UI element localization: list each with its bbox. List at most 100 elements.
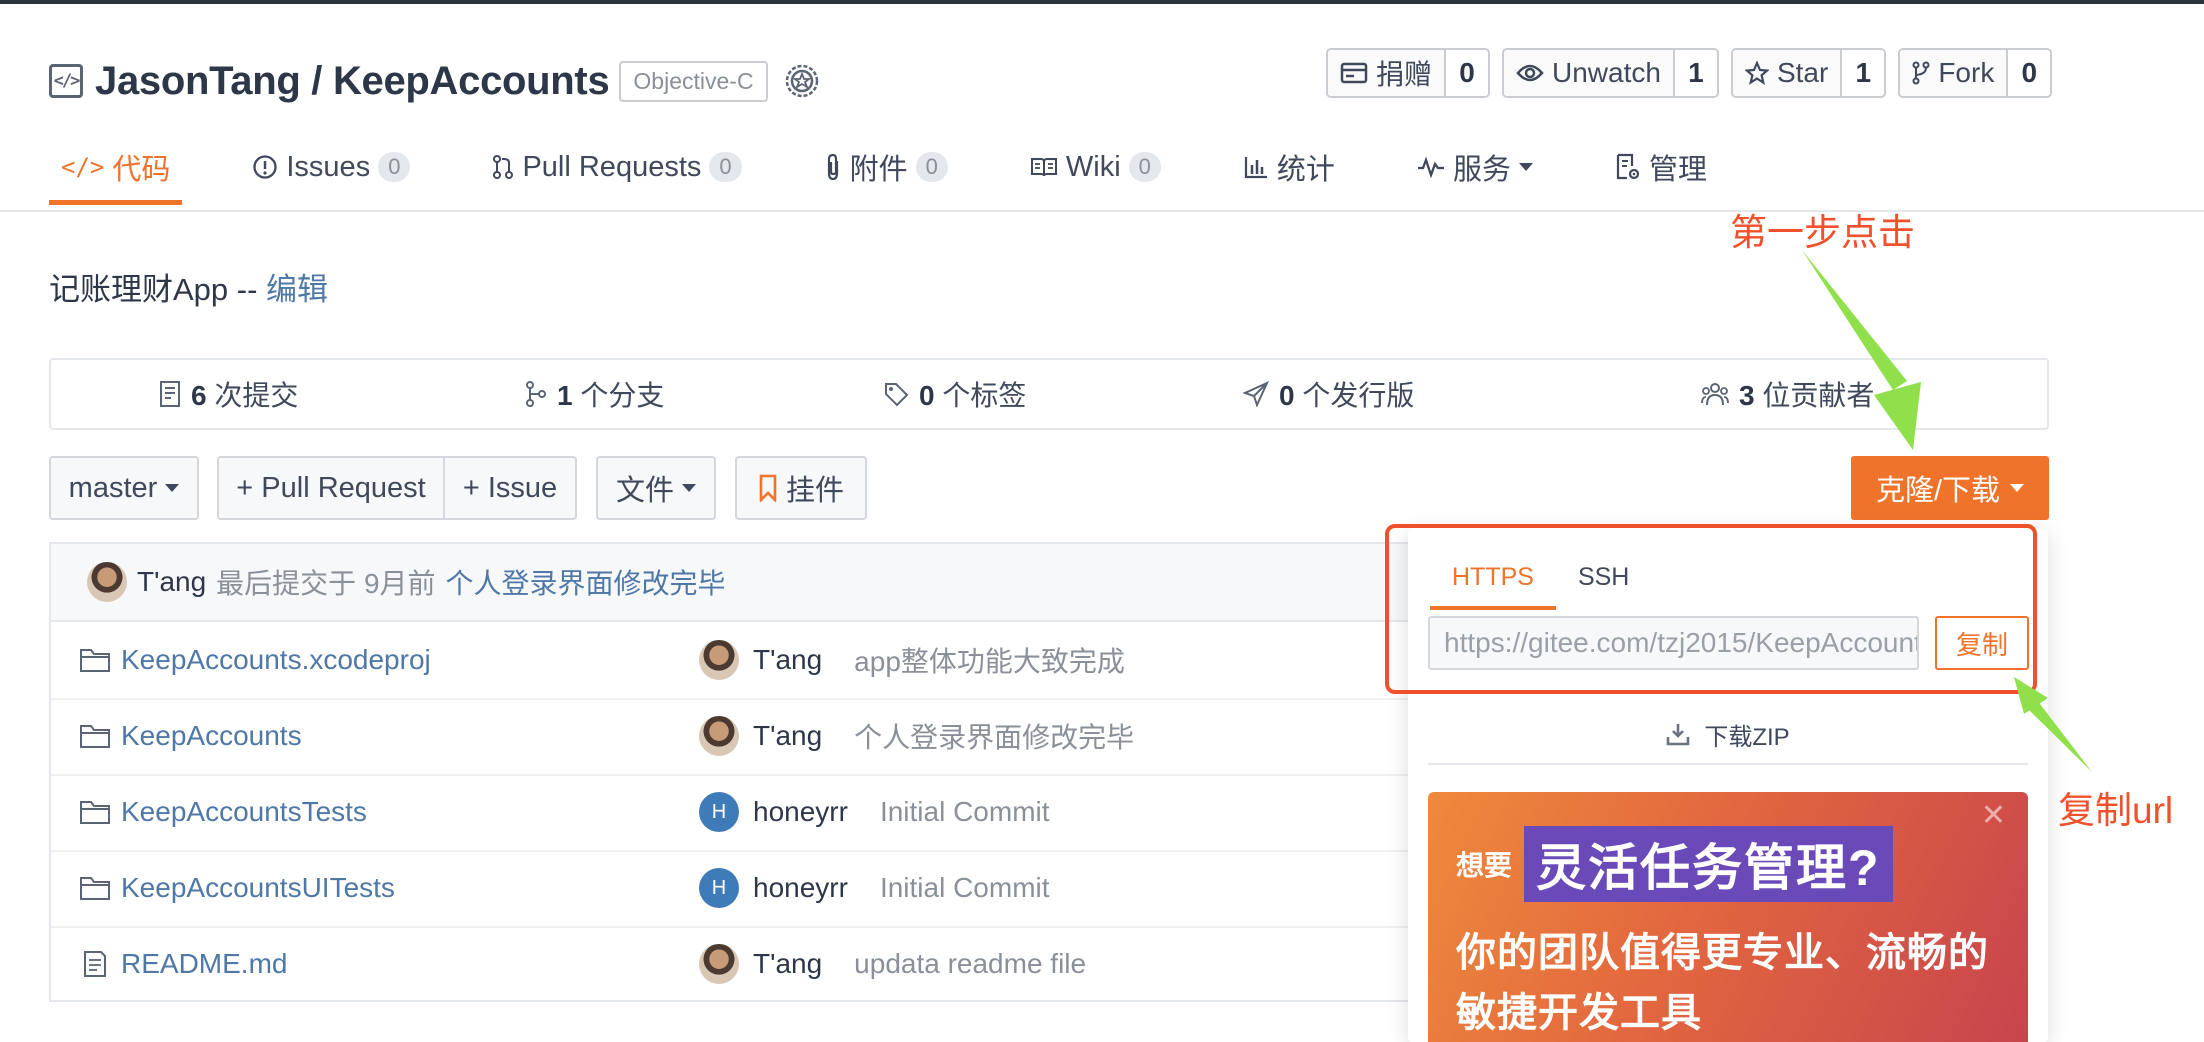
avatar[interactable] [699,716,739,756]
table-row: KeepAccounts.xcodeproj T'ang app整体功能大致完成 [51,622,1459,700]
release-count: 0 [1279,380,1295,411]
widget-button[interactable]: 挂件 [735,456,867,520]
file-link[interactable]: KeepAccountsTests [121,796,367,828]
promo-headline: 想要 灵活任务管理? [1456,826,1893,902]
stat-releases[interactable]: 0 个发行版 [1243,360,1414,428]
branch-count: 1 [557,380,573,411]
commit-message[interactable]: Initial Commit [880,796,1050,828]
file-link[interactable]: KeepAccounts.xcodeproj [121,644,431,676]
commit-message[interactable]: app整体功能大致完成 [854,640,1125,680]
chevron-down-icon [682,484,696,492]
tab-admin-label: 管理 [1648,154,1707,186]
clone-download-button[interactable]: 克隆/下载 [1851,456,2049,520]
stat-branches[interactable]: 1 个分支 [525,360,664,428]
repo-owner-link[interactable]: JasonTang [95,59,301,103]
tab-issues[interactable]: Issues 0 [240,134,422,200]
eye-icon [1516,64,1544,82]
annotation-step1: 第一步点击 [1730,212,1915,253]
tab-services[interactable]: 服务 [1405,134,1545,200]
close-icon[interactable]: ✕ [1981,798,2006,833]
tab-attachments[interactable]: 附件 0 [812,134,960,200]
commit-message[interactable]: updata readme file [854,948,1086,980]
contributor-label: 位贡献者 [1754,380,1875,411]
branch-label: 个分支 [572,380,665,411]
repo-code-icon: </> [49,64,83,98]
avatar[interactable] [699,944,739,984]
new-issue-button[interactable]: + Issue [443,456,577,520]
tag-icon [885,383,909,407]
commit-author[interactable]: honeyrr [753,872,848,904]
tab-admin[interactable]: 管理 [1603,134,1719,200]
repo-title: JasonTang / KeepAccounts [95,59,610,104]
language-badge[interactable]: Objective-C [619,60,768,102]
commit-author[interactable]: T'ang [753,720,822,752]
last-commit-bar: T'ang 最后提交于 9月前 个人登录界面修改完毕 [51,544,1459,622]
annotation-highlight-box [1385,524,2037,694]
stat-tags[interactable]: 0 个标签 [883,360,1026,428]
table-row: KeepAccounts T'ang 个人登录界面修改完毕 [51,698,1459,776]
avatar[interactable]: H [699,792,739,832]
commit-message[interactable]: Initial Commit [880,872,1050,904]
tab-wiki[interactable]: Wiki 0 [1018,134,1173,200]
medal-icon[interactable] [782,61,822,101]
watch-count[interactable]: 1 [1672,50,1717,96]
tab-pull-requests-count: 0 [709,152,742,182]
commit-author-cell: T'ang app整体功能大致完成 [699,622,1125,698]
donate-count[interactable]: 0 [1444,50,1489,96]
commit-label: 次提交 [206,380,299,411]
branch-select[interactable]: master [49,456,199,520]
last-commit-time: 最后提交于 9月前 [216,568,436,599]
commit-message[interactable]: 个人登录界面修改完毕 [854,716,1134,756]
folder-icon [80,725,110,748]
commit-author-cell: H honeyrr Initial Commit [699,774,1050,850]
repo-tabs: </> 代码 Issues 0 Pull Requests 0 附件 0 Wik… [49,134,1777,212]
file-link[interactable]: KeepAccounts [121,720,302,752]
tab-code[interactable]: </> 代码 [49,134,183,205]
stat-commits[interactable]: 6 次提交 [159,360,298,428]
new-pull-request-button[interactable]: + Pull Request [217,456,445,520]
repo-stats-bar: 6 次提交 1 个分支 0 个标签 0 个发行版 3 位贡献者 [49,358,2049,430]
unwatch-button[interactable]: Unwatch 1 [1502,48,1719,98]
promo-line-2: 敏捷开发工具 [1456,991,1702,1035]
avatar[interactable] [699,640,739,680]
tab-stats[interactable]: 统计 [1231,134,1347,200]
commit-icon [160,381,180,407]
file-icon [84,951,106,977]
last-commit-author[interactable]: T'ang [137,566,206,598]
tab-pull-requests-label: Pull Requests [522,150,702,183]
repo-name-link[interactable]: KeepAccounts [333,59,610,103]
bar-chart-icon [1244,157,1267,179]
tag-label: 个标签 [934,380,1027,411]
annotation-copy-url: 复制url [2058,790,2174,831]
file-link[interactable]: KeepAccountsUITests [121,872,395,904]
download-zip-label: 下载ZIP [1704,723,1790,751]
star-button[interactable]: Star 1 [1730,48,1887,98]
last-commit-message[interactable]: 个人登录界面修改完毕 [446,562,726,602]
chevron-down-icon [165,484,180,492]
download-zip-link[interactable]: 下载ZIP [1428,705,2028,765]
edit-description-link[interactable]: 编辑 [266,272,328,307]
avatar[interactable] [87,562,127,602]
tab-attachments-label: 附件 [849,154,908,186]
promo-prefix: 想要 [1456,850,1513,881]
description-text: 记账理财App -- [49,272,267,307]
files-menu-button[interactable]: 文件 [596,456,716,520]
tab-pull-requests[interactable]: Pull Requests 0 [480,134,753,200]
commit-author[interactable]: honeyrr [753,796,848,828]
promo-line-1: 你的团队值得更专业、流畅的 [1456,931,1989,975]
unwatch-label: Unwatch [1552,57,1661,88]
code-icon: </> [61,153,105,181]
donate-button[interactable]: 捐赠 0 [1326,48,1491,98]
fork-count[interactable]: 0 [2006,50,2051,96]
file-link[interactable]: README.md [121,948,287,980]
avatar[interactable]: H [699,868,739,908]
file-name-cell: README.md [79,926,287,1002]
stat-contributors[interactable]: 3 位贡献者 [1701,360,1874,428]
file-name-cell: KeepAccountsTests [79,774,367,850]
folder-icon [80,649,110,672]
star-count[interactable]: 1 [1840,50,1885,96]
commit-author[interactable]: T'ang [753,948,822,980]
fork-button[interactable]: Fork 0 [1898,48,2053,98]
commit-author[interactable]: T'ang [753,644,822,676]
promo-banner[interactable]: ✕ 想要 灵活任务管理? 你的团队值得更专业、流畅的 敏捷开发工具 [1428,792,2028,1042]
